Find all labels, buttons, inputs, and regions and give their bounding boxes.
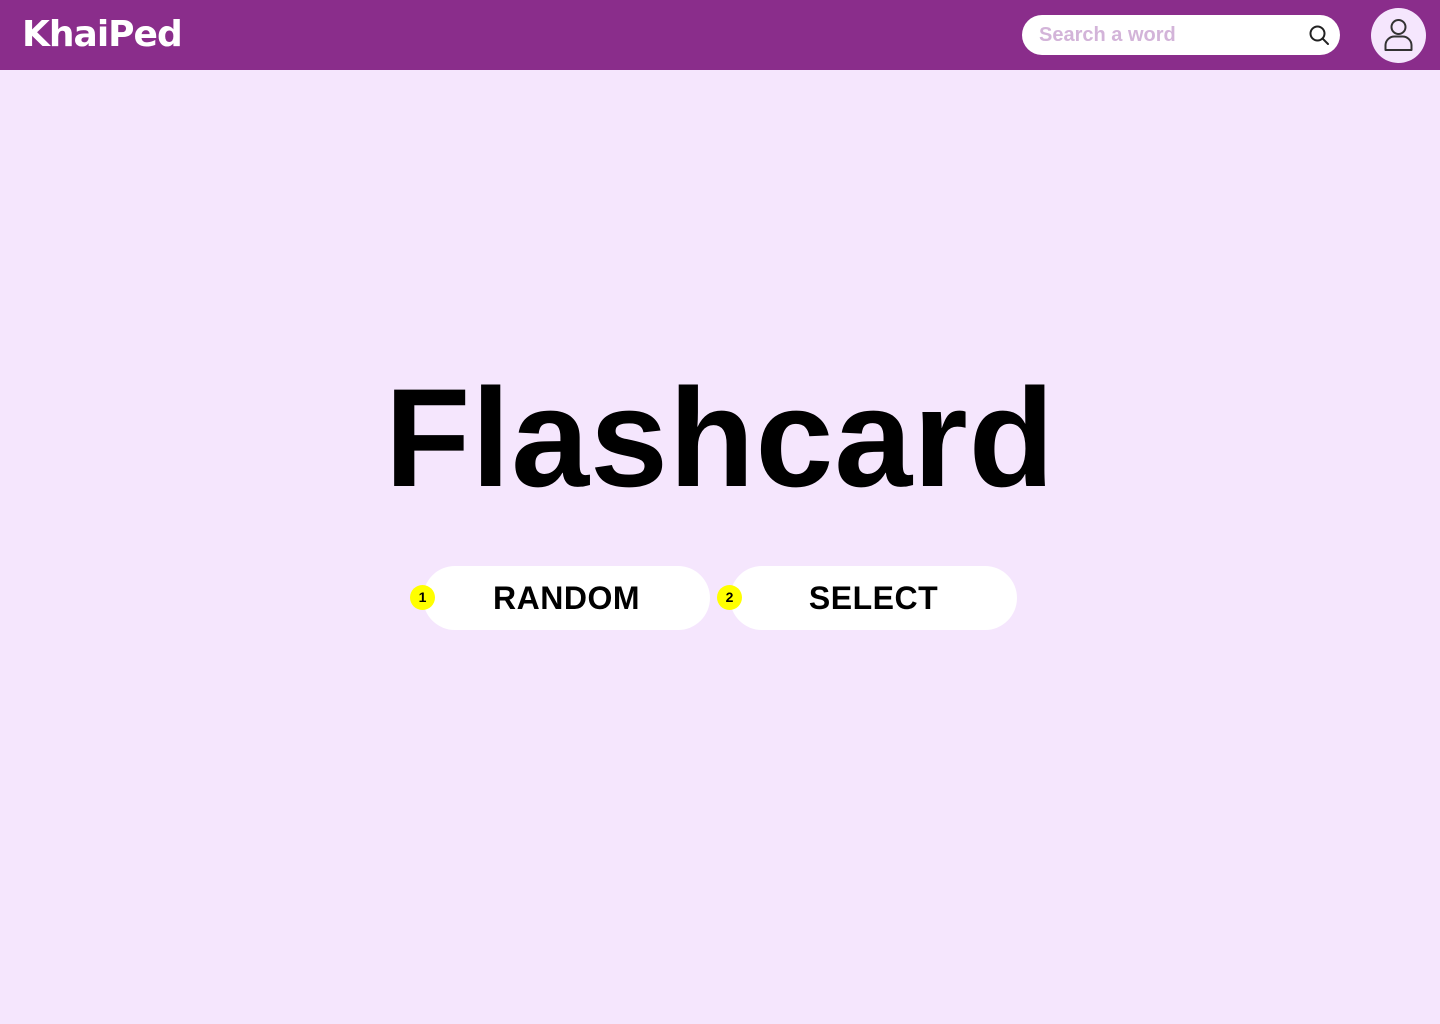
search-icon[interactable]	[1308, 24, 1330, 46]
search-box[interactable]	[1022, 15, 1340, 55]
avatar-button[interactable]	[1371, 8, 1426, 63]
user-icon	[1384, 19, 1413, 51]
select-button[interactable]: SELECT	[730, 566, 1017, 630]
top-bar: KhaiPed	[0, 0, 1440, 70]
search-input[interactable]	[1039, 15, 1299, 55]
shortcut-badge-2: 2	[717, 585, 742, 610]
page-title: Flashcard	[384, 359, 1056, 516]
shortcut-badge-1: 1	[410, 585, 435, 610]
random-button[interactable]: RANDOM	[423, 566, 710, 630]
app-logo[interactable]: KhaiPed	[22, 13, 183, 57]
